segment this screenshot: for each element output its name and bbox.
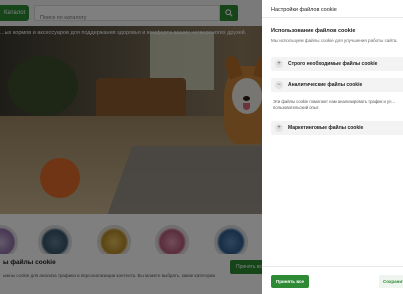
plus-icon: + [275,60,283,68]
divider [262,17,403,18]
accordion-analytics[interactable]: − Аналитические файлы cookie [271,78,403,92]
drawer-title: Настройки файлов cookie [271,7,337,13]
cookie-settings-drawer: Настройки файлов cookie Использование фа… [262,0,403,294]
accept-all-button[interactable]: Принять все [271,275,309,288]
plus-icon: + [275,124,283,132]
accordion-strictly-necessary[interactable]: + Строго необходимые файлы cookie [271,57,403,71]
accordion-label: Маркетинговые файлы cookie [288,125,364,131]
section-subtitle: Мы используем файлы cookie для улучшения… [271,38,398,43]
accordion-marketing[interactable]: + Маркетинговые файлы cookie [271,121,403,135]
divider [262,266,403,267]
accordion-label: Строго необходимые файлы cookie [288,61,378,67]
save-button[interactable]: Сохранить [379,275,403,288]
minus-icon: − [275,81,283,89]
analytics-description: Эти файлы cookie помогают нам анализиров… [273,99,395,110]
accordion-label: Аналитические файлы cookie [288,82,363,88]
section-title: Использование файлов cookie [271,28,356,34]
